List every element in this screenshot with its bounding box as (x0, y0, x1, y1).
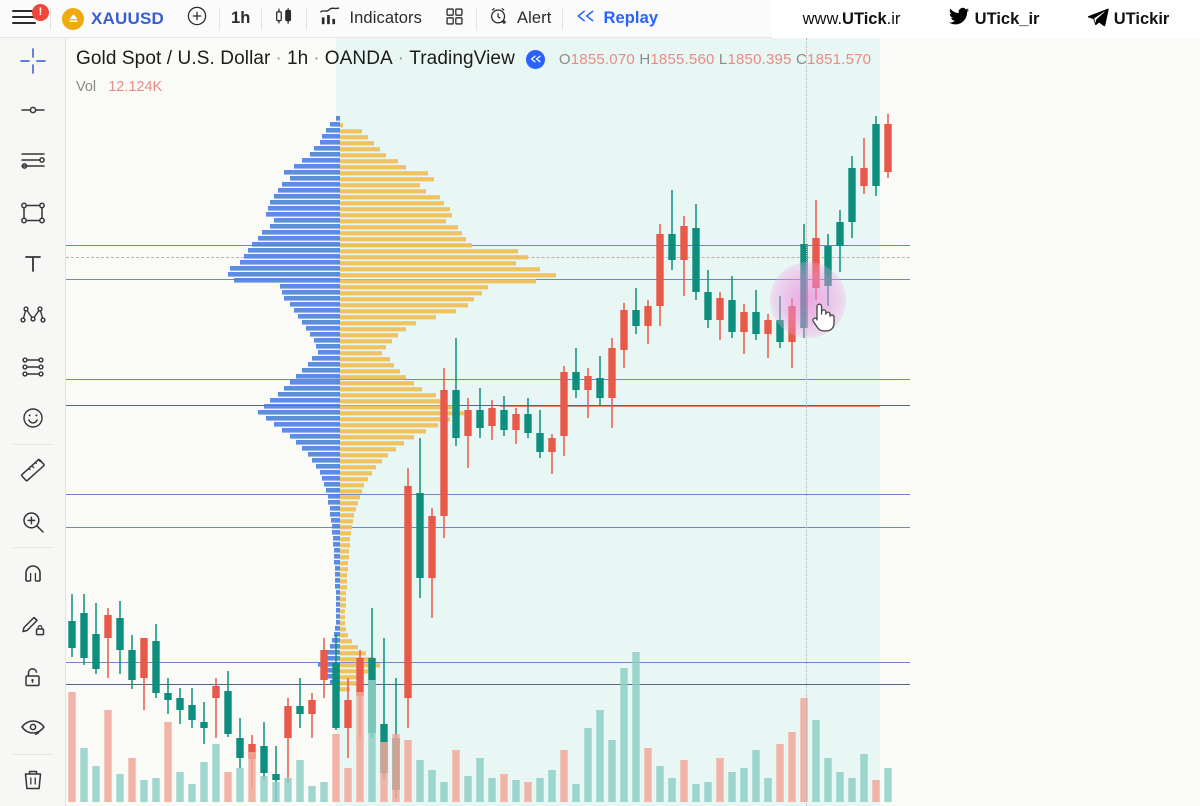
sidebar-item-remove-drawings[interactable] (0, 755, 66, 806)
chart-canvas[interactable]: Gold Spot / U.S. Dollar · 1h · OANDA · T… (66, 38, 1200, 806)
telegram-watermark: UTickir (1085, 6, 1170, 33)
sidebar-item-zoom-in-tool[interactable] (0, 496, 66, 547)
replay-button[interactable]: Replay (563, 0, 669, 38)
crosshair-icon (19, 48, 46, 75)
interval-label: 1h (231, 9, 251, 27)
hand-pointer-cursor (808, 300, 838, 341)
sidebar-item-emoji-tool[interactable] (0, 392, 66, 443)
sidebar-item-patterns-tool[interactable] (0, 290, 66, 341)
symbol-search-button[interactable]: XAUUSD (51, 0, 175, 38)
xabcd-pattern-icon (19, 306, 46, 324)
website-tld: .ir (886, 9, 901, 28)
alert-button[interactable]: Alert (477, 0, 562, 38)
candlestick-icon (273, 5, 295, 32)
sidebar-item-crosshair-tool[interactable] (0, 38, 66, 84)
sidebar-item-rectangle-tool[interactable] (0, 187, 66, 238)
crosshair-vertical-line (806, 38, 807, 806)
trend-line-icon (20, 106, 45, 114)
interval-button[interactable]: 1h (220, 0, 261, 38)
chart-type-button[interactable] (262, 0, 306, 38)
telegram-handle: UTickir (1113, 9, 1170, 28)
sidebar-item-hide-drawings[interactable] (0, 702, 66, 753)
twitter-watermark: UTick_ir (946, 6, 1040, 33)
website-watermark: www. UTick .ir (803, 10, 901, 29)
ruler-icon (20, 458, 45, 482)
replay-label: Replay (603, 9, 659, 27)
indicators-label: Indicators (349, 9, 423, 27)
sidebar-item-horizontal-lines-tool[interactable] (0, 136, 66, 187)
plus-circle-icon (186, 5, 208, 32)
website-prefix: www. (802, 9, 843, 28)
indicators-button[interactable]: Indicators (307, 0, 433, 38)
twitter-handle: UTick_ir (974, 9, 1040, 28)
layout-button[interactable] (433, 0, 476, 38)
tradingview-chart-window: ! XAUUSD 1h Indicators Alert Replay www.… (0, 0, 1200, 806)
sidebar-item-fib-retracement-tool[interactable] (0, 341, 66, 392)
sidebar-item-measure-tool[interactable] (0, 445, 66, 496)
channel-branding-bar: www. UTick .ir UTick_ir UTickir (772, 0, 1200, 38)
twitter-bird-icon (946, 6, 975, 33)
alarm-clock-plus-icon (488, 5, 510, 32)
text-t-icon (24, 256, 41, 273)
open-padlock-icon (24, 667, 40, 686)
alert-label: Alert (517, 9, 552, 27)
sidebar-item-lock-drawings[interactable] (0, 651, 66, 702)
drawing-tools-sidebar (0, 38, 66, 806)
smiley-face-icon (22, 408, 43, 428)
gold-coin-icon (62, 7, 84, 30)
sidebar-item-text-tool[interactable] (0, 238, 66, 289)
eye-slash-icon (20, 720, 45, 736)
indicators-chart-icon (318, 5, 341, 33)
sidebar-item-trend-line-tool[interactable] (0, 84, 66, 135)
trash-can-icon (24, 771, 41, 790)
pencil-lock-icon (21, 617, 44, 636)
horizontal-lines-icon (20, 153, 45, 170)
chart-toolbar: ! XAUUSD 1h Indicators Alert Replay (0, 0, 772, 38)
main-menu-button[interactable]: ! (0, 0, 50, 38)
hamburger-menu-icon: ! (12, 3, 49, 28)
grid-layout-icon (444, 6, 465, 32)
magnifier-plus-icon (22, 511, 44, 533)
chart-right-gutter (910, 38, 1200, 806)
sidebar-item-magnet-mode[interactable] (0, 548, 66, 599)
telegram-plane-icon (1085, 6, 1114, 33)
symbol-label: XAUUSD (91, 8, 164, 28)
menu-notification-badge: ! (32, 3, 49, 21)
rewind-icon (574, 7, 596, 30)
add-symbol-button[interactable] (175, 0, 219, 38)
rectangle-icon (20, 202, 45, 224)
fib-retracement-icon (21, 357, 44, 377)
magnet-icon (24, 565, 41, 582)
sidebar-item-drawing-mode[interactable] (0, 600, 66, 651)
website-name: UTick (842, 9, 887, 28)
